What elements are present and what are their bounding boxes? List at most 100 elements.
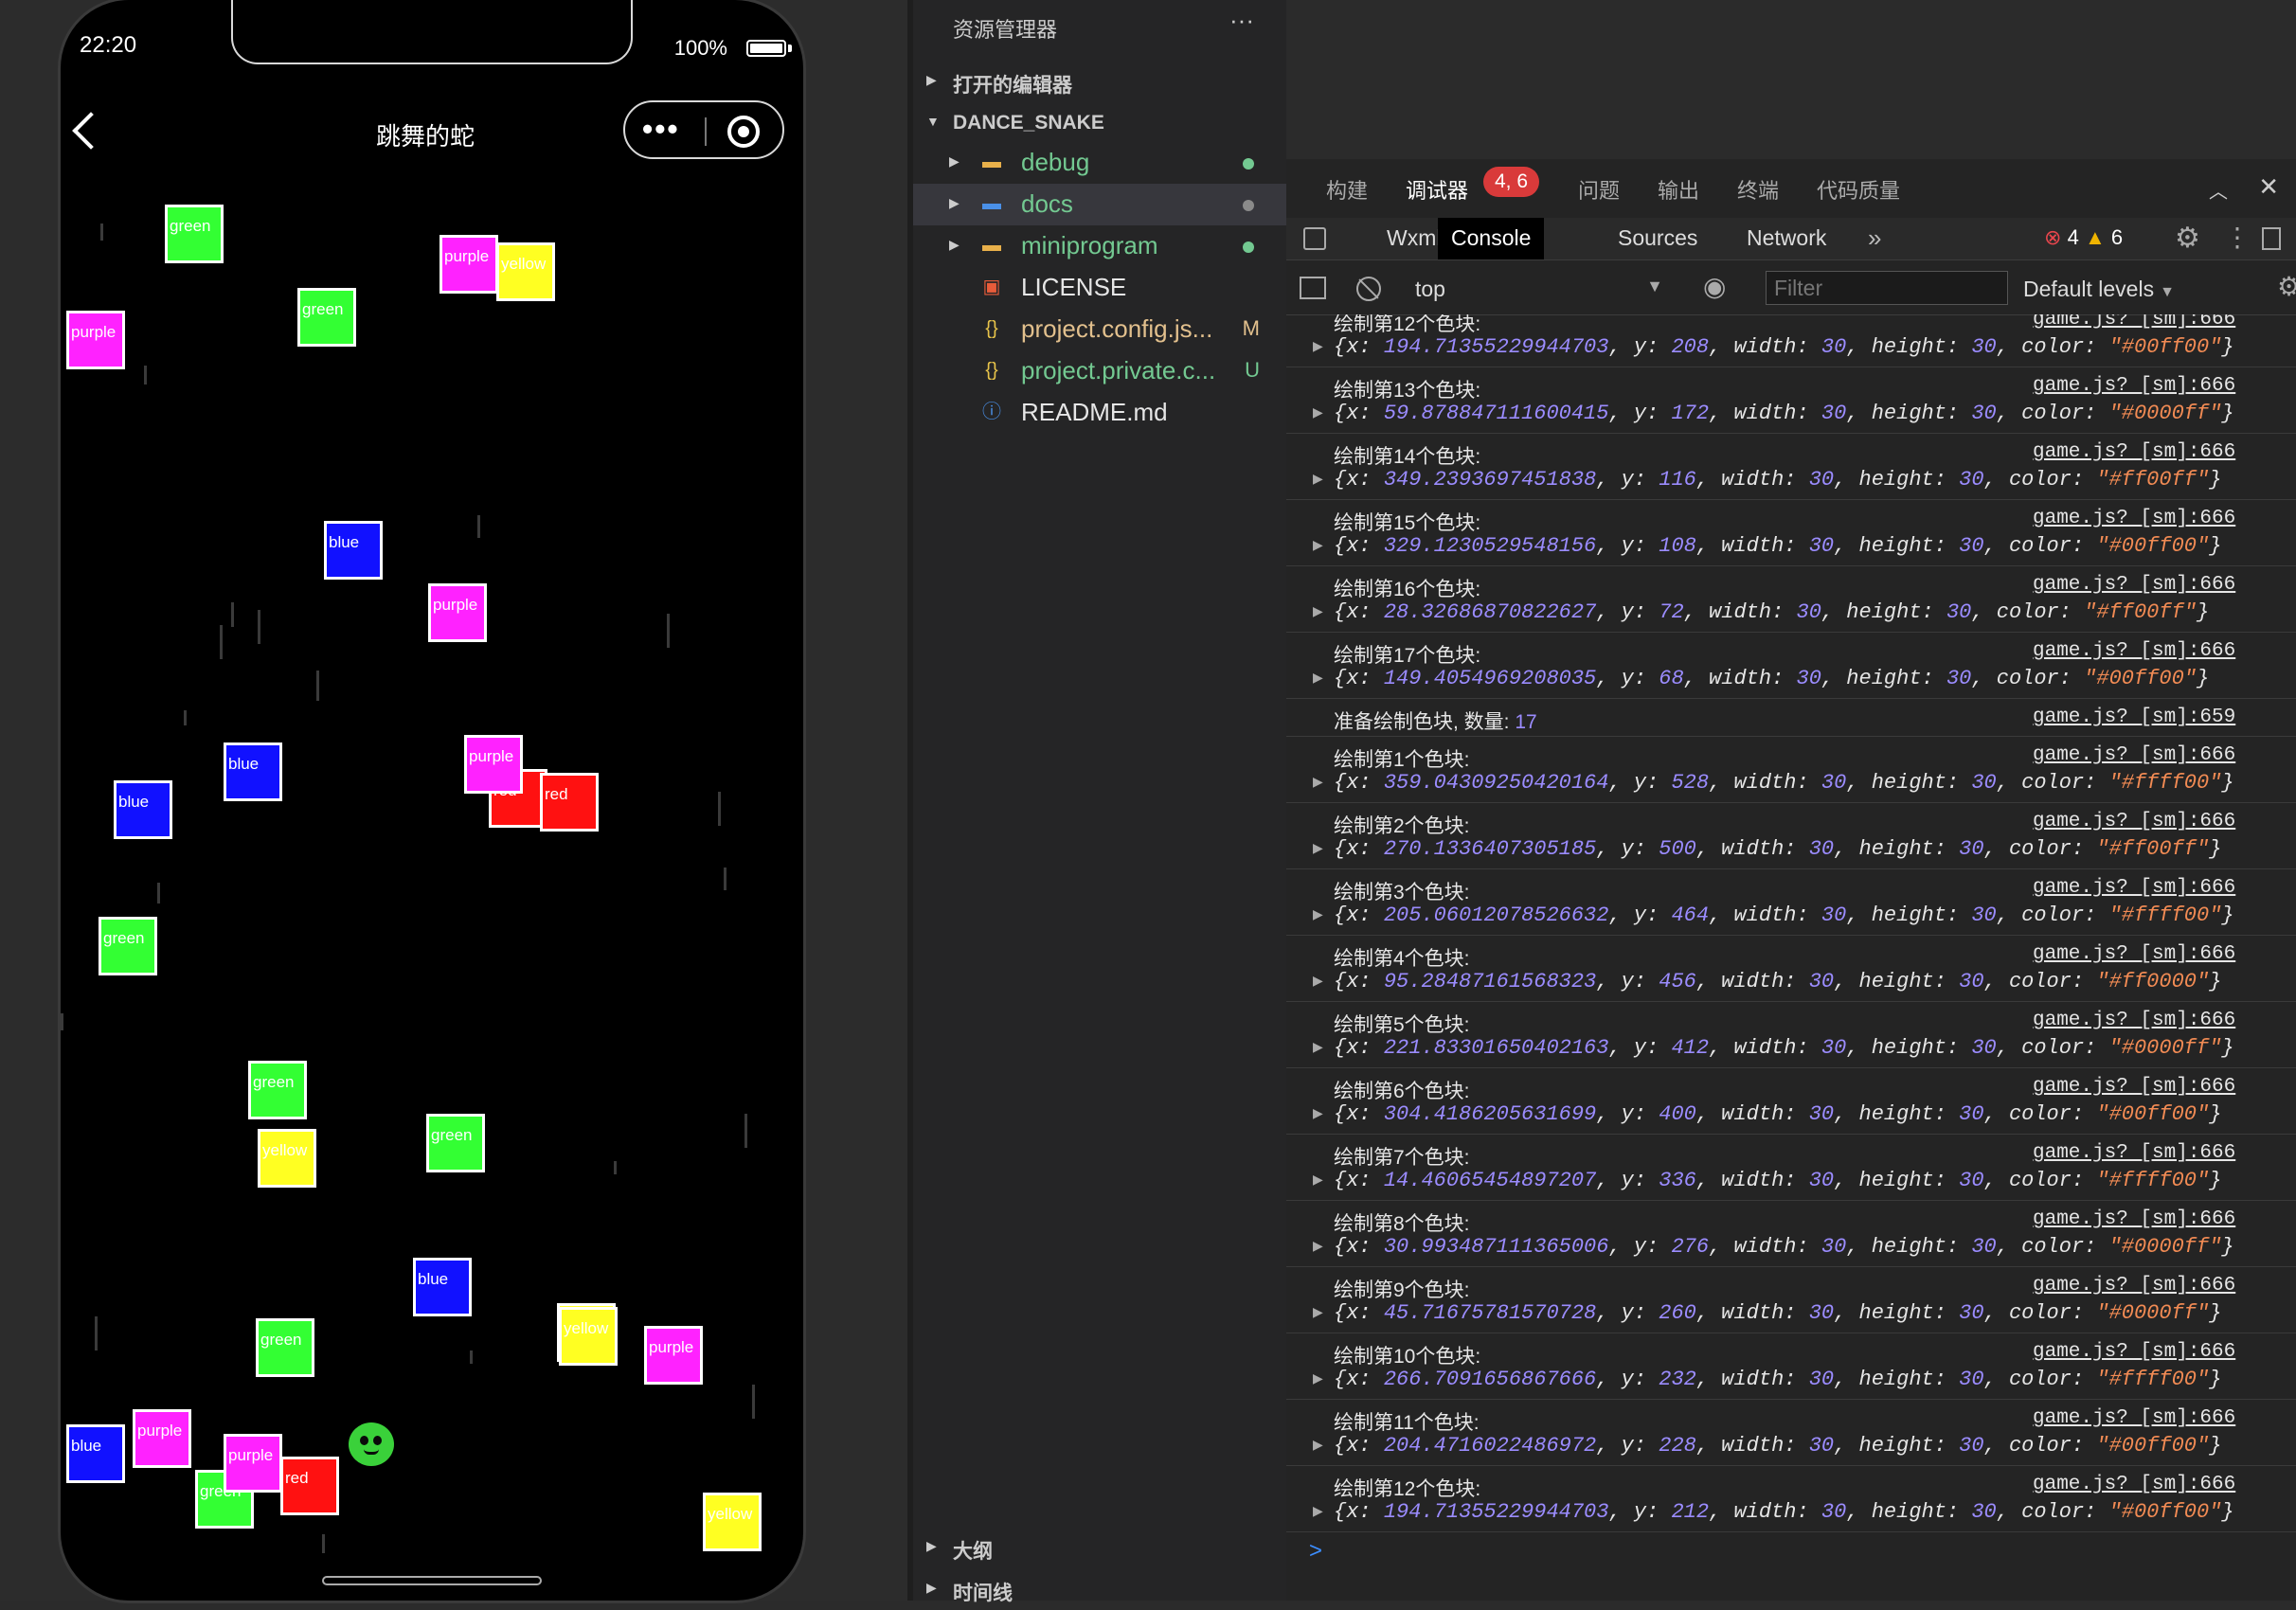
object-preview[interactable]: ▶ {x: 14.46065454897207, y: 336, width: 3… bbox=[1313, 1169, 2221, 1192]
file-item[interactable]: {} project.private.c... U bbox=[913, 350, 1286, 392]
gear-icon[interactable]: ⚙ bbox=[2175, 222, 2200, 255]
file-item[interactable]: ⓘ README.md bbox=[913, 392, 1286, 434]
source-link[interactable]: game.js? [sm]:666 bbox=[2033, 1010, 2235, 1031]
expand-triangle-icon[interactable]: ▶ bbox=[1313, 1172, 1323, 1189]
clear-console-icon[interactable] bbox=[1356, 277, 1381, 301]
tab-sources[interactable]: Sources bbox=[1618, 225, 1697, 251]
expand-triangle-icon[interactable]: ▶ bbox=[1313, 1504, 1323, 1520]
object-preview[interactable]: ▶ {x: 28.32686870822627, y: 72, width: 30… bbox=[1313, 600, 2209, 624]
console-prompt[interactable]: > bbox=[1309, 1538, 1322, 1565]
expand-triangle-icon[interactable]: ▶ bbox=[1313, 1239, 1323, 1255]
eye-icon[interactable]: ◉ bbox=[1703, 271, 1726, 302]
file-item[interactable]: ▶ ▬ docs bbox=[913, 184, 1286, 225]
source-link[interactable]: game.js? [sm]:659 bbox=[2033, 707, 2235, 728]
source-link[interactable]: game.js? [sm]:666 bbox=[2033, 744, 2235, 766]
expand-triangle-icon[interactable]: ▶ bbox=[1313, 907, 1323, 923]
tab-output[interactable]: 输出 bbox=[1658, 174, 1699, 205]
object-preview[interactable]: ▶ {x: 270.1336407305185, y: 500, width: 3… bbox=[1313, 837, 2221, 861]
tab-console[interactable]: Console bbox=[1438, 218, 1545, 259]
console-toolbar: top ▼ ◉ Default levels ▼ ⚙ bbox=[1286, 261, 2296, 315]
more-tabs-icon[interactable]: » bbox=[1868, 224, 1881, 253]
source-link[interactable]: game.js? [sm]:666 bbox=[2033, 314, 2235, 331]
status-dot bbox=[1243, 200, 1254, 211]
error-warning-counter[interactable]: ⊗ 4 ▲ 6 bbox=[2044, 225, 2123, 250]
object-preview[interactable]: ▶ {x: 304.4186205631699, y: 400, width: 3… bbox=[1313, 1102, 2221, 1126]
source-link[interactable]: game.js? [sm]:666 bbox=[2033, 1474, 2235, 1495]
file-item[interactable]: ▶ ▬ miniprogram bbox=[913, 225, 1286, 267]
expand-triangle-icon[interactable]: ▶ bbox=[1313, 1438, 1323, 1454]
sidebar-toggle-icon[interactable] bbox=[1300, 277, 1326, 299]
source-link[interactable]: game.js? [sm]:666 bbox=[2033, 1142, 2235, 1164]
section-timeline[interactable]: ▶ 时间线 bbox=[913, 1568, 1286, 1610]
tab-network[interactable]: Network bbox=[1747, 225, 1826, 251]
object-preview[interactable]: ▶ {x: 194.71355229944703, y: 208, width: … bbox=[1313, 335, 2234, 359]
tab-build[interactable]: 构建 bbox=[1326, 174, 1368, 205]
object-preview[interactable]: ▶ {x: 30.993487111365006, y: 276, width: … bbox=[1313, 1235, 2234, 1259]
object-preview[interactable]: ▶ {x: 205.06012078526632, y: 464, width: … bbox=[1313, 903, 2234, 927]
object-preview[interactable]: ▶ {x: 359.04309250420164, y: 528, width: … bbox=[1313, 771, 2234, 795]
tab-terminal[interactable]: 终端 bbox=[1737, 174, 1779, 205]
source-link[interactable]: game.js? [sm]:666 bbox=[2033, 574, 2235, 596]
object-preview[interactable]: ▶ {x: 45.71675781570728, y: 260, width: 3… bbox=[1313, 1301, 2221, 1325]
source-link[interactable]: game.js? [sm]:666 bbox=[2033, 508, 2235, 529]
section-open-editors[interactable]: ▶ 打开的编辑器 bbox=[913, 61, 1286, 102]
object-preview[interactable]: ▶ {x: 204.4716022486972, y: 228, width: 3… bbox=[1313, 1434, 2221, 1458]
source-link[interactable]: game.js? [sm]:666 bbox=[2033, 1208, 2235, 1230]
context-select[interactable]: top ▼ bbox=[1406, 271, 1675, 305]
inspect-element-icon[interactable] bbox=[1303, 227, 1326, 250]
tab-wxml[interactable]: Wxml bbox=[1387, 225, 1441, 251]
expand-triangle-icon[interactable]: ▶ bbox=[1313, 1305, 1323, 1321]
filter-input[interactable] bbox=[1766, 271, 2008, 305]
expand-triangle-icon[interactable]: ▶ bbox=[1313, 538, 1323, 554]
more-dots-icon[interactable]: ••• bbox=[642, 114, 680, 144]
source-link[interactable]: game.js? [sm]:666 bbox=[2033, 1275, 2235, 1297]
tab-debugger[interactable]: 调试器 bbox=[1406, 174, 1468, 205]
message-text: 绘制第2个色块: bbox=[1334, 815, 1470, 837]
file-item[interactable]: ▶ ▬ debug bbox=[913, 142, 1286, 184]
object-preview[interactable]: ▶ {x: 194.71355229944703, y: 212, width: … bbox=[1313, 1500, 2234, 1524]
file-item[interactable]: {} project.config.js... M bbox=[913, 309, 1286, 350]
source-link[interactable]: game.js? [sm]:666 bbox=[2033, 1076, 2235, 1098]
source-link[interactable]: game.js? [sm]:666 bbox=[2033, 943, 2235, 965]
levels-select[interactable]: Default levels ▼ bbox=[2023, 277, 2175, 302]
kebab-menu-icon[interactable]: ⋮ bbox=[2224, 222, 2251, 253]
source-link[interactable]: game.js? [sm]:666 bbox=[2033, 1407, 2235, 1429]
expand-triangle-icon[interactable]: ▶ bbox=[1313, 405, 1323, 421]
object-preview[interactable]: ▶ {x: 266.7091656867666, y: 232, width: 3… bbox=[1313, 1368, 2221, 1391]
chevron-right-icon: ▶ bbox=[949, 195, 960, 210]
tab-code-quality[interactable]: 代码质量 bbox=[1817, 174, 1900, 205]
expand-triangle-icon[interactable]: ▶ bbox=[1313, 841, 1323, 857]
source-link[interactable]: game.js? [sm]:666 bbox=[2033, 811, 2235, 832]
object-preview[interactable]: ▶ {x: 329.1230529548156, y: 108, width: 3… bbox=[1313, 534, 2221, 558]
expand-triangle-icon[interactable]: ▶ bbox=[1313, 1106, 1323, 1122]
source-link[interactable]: game.js? [sm]:666 bbox=[2033, 375, 2235, 397]
source-link[interactable]: game.js? [sm]:666 bbox=[2033, 1341, 2235, 1363]
section-project[interactable]: ▼ DANCE_SNAKE bbox=[913, 102, 1286, 144]
object-preview[interactable]: ▶ {x: 95.28487161568323, y: 456, width: 3… bbox=[1313, 970, 2221, 993]
gear-icon[interactable]: ⚙ bbox=[2277, 271, 2296, 302]
source-link[interactable]: game.js? [sm]:666 bbox=[2033, 877, 2235, 899]
expand-triangle-icon[interactable]: ▶ bbox=[1313, 604, 1323, 620]
section-outline[interactable]: ▶ 大纲 bbox=[913, 1527, 1286, 1568]
close-icon[interactable]: ✕ bbox=[2258, 172, 2279, 202]
source-link[interactable]: game.js? [sm]:666 bbox=[2033, 441, 2235, 463]
object-preview[interactable]: ▶ {x: 59.878847111600415, y: 172, width: … bbox=[1313, 402, 2234, 425]
tab-issues[interactable]: 问题 bbox=[1578, 174, 1620, 205]
object-preview[interactable]: ▶ {x: 149.4054969208035, y: 68, width: 30… bbox=[1313, 667, 2209, 690]
expand-triangle-icon[interactable]: ▶ bbox=[1313, 472, 1323, 488]
expand-triangle-icon[interactable]: ▶ bbox=[1313, 1371, 1323, 1387]
chevron-up-icon[interactable]: ︿ bbox=[2209, 176, 2228, 204]
capsule-menu[interactable]: ••• bbox=[623, 100, 784, 159]
object-preview[interactable]: ▶ {x: 349.2393697451838, y: 116, width: 3… bbox=[1313, 468, 2221, 492]
expand-triangle-icon[interactable]: ▶ bbox=[1313, 339, 1323, 355]
target-circle-icon[interactable] bbox=[727, 116, 760, 148]
object-preview[interactable]: ▶ {x: 221.83301650402163, y: 412, width: … bbox=[1313, 1036, 2234, 1060]
expand-triangle-icon[interactable]: ▶ bbox=[1313, 974, 1323, 990]
expand-triangle-icon[interactable]: ▶ bbox=[1313, 671, 1323, 687]
more-actions-icon[interactable]: ··· bbox=[1229, 6, 1254, 35]
expand-triangle-icon[interactable]: ▶ bbox=[1313, 1040, 1323, 1056]
expand-triangle-icon[interactable]: ▶ bbox=[1313, 775, 1323, 791]
file-item[interactable]: ▣ LICENSE bbox=[913, 267, 1286, 309]
source-link[interactable]: game.js? [sm]:666 bbox=[2033, 640, 2235, 662]
dock-side-icon[interactable] bbox=[2262, 227, 2281, 250]
